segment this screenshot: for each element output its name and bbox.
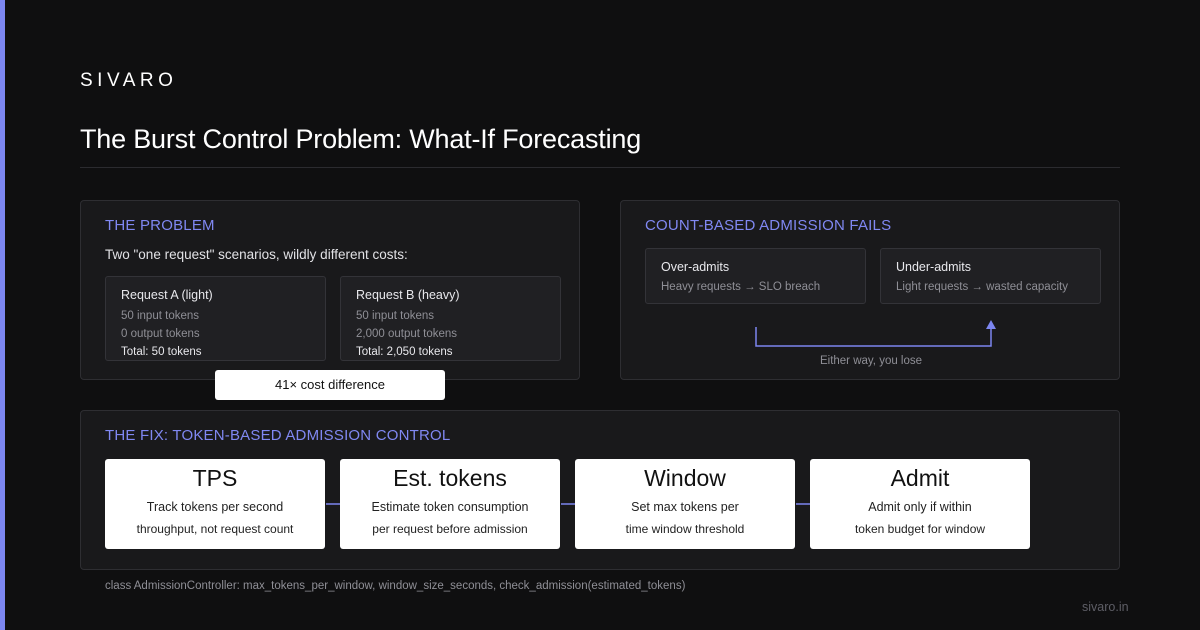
request-b-title: Request B (heavy) (356, 288, 460, 302)
step-title: Admit (890, 465, 950, 491)
accent-bar (0, 0, 5, 630)
step-line-2: time window threshold (625, 522, 745, 536)
problem-subtitle: Two "one request" scenarios, wildly diff… (105, 247, 408, 262)
connector-arrowhead-icon (986, 320, 996, 329)
step-admit: Admit Admit only if within token budget … (810, 459, 1030, 549)
either-way-connector (755, 320, 996, 347)
request-a-title: Request A (light) (121, 288, 213, 302)
step-line-1: Set max tokens per (631, 500, 739, 514)
step-title: Window (644, 465, 726, 491)
step-line-2: per request before admission (372, 522, 528, 536)
step-est-tokens: Est. tokens Estimate token consumption p… (340, 459, 560, 549)
step-line-1: Admit only if within (868, 500, 972, 514)
request-b-card: Request B (heavy) 50 input tokens 2,000 … (340, 276, 561, 361)
request-b-input: 50 input tokens (356, 310, 435, 322)
cost-difference-badge: 41× cost difference (215, 370, 445, 400)
problem-heading: THE PROBLEM (105, 217, 215, 234)
step-line-1: Estimate token consumption (371, 500, 529, 514)
connector-line (755, 327, 992, 347)
step-tps: TPS Track tokens per second throughput, … (105, 459, 325, 549)
fix-panel: THE FIX: TOKEN-BASED ADMISSION CONTROL T… (80, 410, 1120, 570)
step-window: Window Set max tokens per time window th… (575, 459, 795, 549)
request-b-total: Total: 2,050 tokens (356, 346, 453, 358)
count-based-panel: COUNT-BASED ADMISSION FAILS Over-admits … (620, 200, 1120, 380)
request-a-total: Total: 50 tokens (121, 346, 202, 358)
footer-domain: sivaro.in (1082, 600, 1129, 614)
page-title: The Burst Control Problem: What-If Forec… (80, 124, 642, 154)
either-way-caption: Either way, you lose (819, 355, 923, 367)
step-line-1: Track tokens per second (146, 500, 284, 514)
step-line-2: token budget for window (854, 522, 986, 536)
request-a-card: Request A (light) 50 input tokens 0 outp… (105, 276, 326, 361)
step-line-2: throughput, not request count (136, 522, 294, 536)
step-title: Est. tokens (393, 465, 507, 491)
request-a-output: 0 output tokens (121, 328, 200, 340)
step-title: TPS (192, 465, 238, 491)
request-b-output: 2,000 output tokens (356, 328, 458, 340)
code-signature: class AdmissionController: max_tokens_pe… (105, 580, 686, 592)
request-a-input: 50 input tokens (121, 310, 200, 322)
problem-panel: THE PROBLEM Two "one request" scenarios,… (80, 200, 580, 380)
title-divider (80, 167, 1120, 168)
brand-logo: SIVARO (80, 70, 178, 91)
